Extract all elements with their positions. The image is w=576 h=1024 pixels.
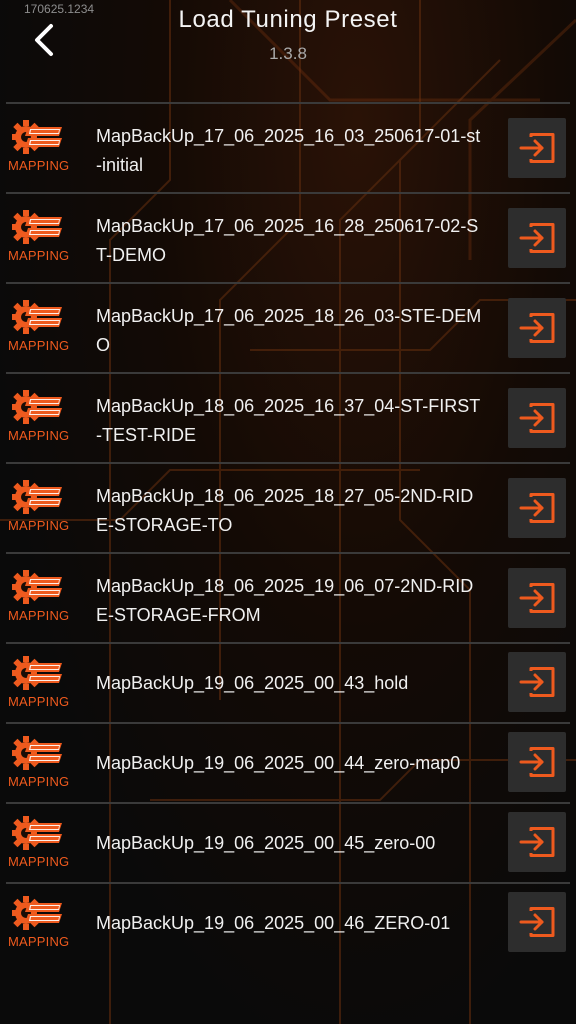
load-preset-button[interactable] xyxy=(508,118,566,178)
tuneboss-gear-logo-icon xyxy=(12,896,62,930)
logo-mapping-label: MAPPING xyxy=(8,854,70,869)
load-preset-button[interactable] xyxy=(508,812,566,872)
tuneboss-gear-logo-icon xyxy=(12,390,62,424)
load-preset-button[interactable] xyxy=(508,732,566,792)
preset-row[interactable]: MAPPING MapBackUp_17_06_2025_16_28_25061… xyxy=(6,192,570,282)
tuneboss-logo: MAPPING xyxy=(8,654,70,709)
logo-mapping-label: MAPPING xyxy=(8,158,70,173)
logo-mapping-label: MAPPING xyxy=(8,608,70,623)
preset-name: MapBackUp_17_06_2025_16_28_250617-02-ST-… xyxy=(96,216,479,265)
tuneboss-gear-logo-icon xyxy=(12,480,62,514)
preset-name: MapBackUp_19_06_2025_00_46_ZERO-01 xyxy=(96,913,451,933)
logo-mapping-label: MAPPING xyxy=(8,248,70,263)
preset-name: MapBackUp_18_06_2025_16_37_04-ST-FIRST-T… xyxy=(96,396,481,445)
tuneboss-logo: MAPPING xyxy=(8,388,70,443)
tuneboss-gear-logo-icon xyxy=(12,120,62,154)
tuneboss-logo: MAPPING xyxy=(8,118,70,173)
preset-row[interactable]: MAPPING MapBackUp_18_06_2025_16_37_04-ST… xyxy=(6,372,570,462)
preset-row[interactable]: MAPPING MapBackUp_17_06_2025_18_26_03-ST… xyxy=(6,282,570,372)
tuneboss-logo: MAPPING xyxy=(8,298,70,353)
sign-in-arrow-icon xyxy=(519,907,555,937)
preset-name: MapBackUp_19_06_2025_00_44_zero-map0 xyxy=(96,753,461,773)
preset-name: MapBackUp_19_06_2025_00_45_zero-00 xyxy=(96,833,436,853)
sign-in-arrow-icon xyxy=(519,133,555,163)
preset-row[interactable]: MAPPING MapBackUp_17_06_2025_16_03_25061… xyxy=(6,102,570,192)
load-preset-button[interactable] xyxy=(508,478,566,538)
tuneboss-logo: MAPPING xyxy=(8,568,70,623)
page-title: Load Tuning Preset xyxy=(178,6,398,33)
tuneboss-logo: MAPPING xyxy=(8,894,70,949)
preset-row[interactable]: MAPPING MapBackUp_19_06_2025_00_44_zero-… xyxy=(6,722,570,802)
load-preset-button[interactable] xyxy=(508,652,566,712)
load-preset-button[interactable] xyxy=(508,892,566,952)
tuneboss-logo: MAPPING xyxy=(8,814,70,869)
preset-name: MapBackUp_17_06_2025_18_26_03-STE-DEMO xyxy=(96,306,482,355)
logo-mapping-label: MAPPING xyxy=(8,338,70,353)
sign-in-arrow-icon xyxy=(519,313,555,343)
preset-row[interactable]: MAPPING MapBackUp_19_06_2025_00_46_ZERO-… xyxy=(6,882,570,962)
logo-mapping-label: MAPPING xyxy=(8,694,70,709)
load-preset-button[interactable] xyxy=(508,298,566,358)
logo-mapping-label: MAPPING xyxy=(8,774,70,789)
preset-name: MapBackUp_17_06_2025_16_03_250617-01-st-… xyxy=(96,126,481,175)
tuneboss-gear-logo-icon xyxy=(12,656,62,690)
sign-in-arrow-icon xyxy=(519,827,555,857)
logo-mapping-label: MAPPING xyxy=(8,428,70,443)
sign-in-arrow-icon xyxy=(519,583,555,613)
logo-mapping-label: MAPPING xyxy=(8,934,70,949)
sign-in-arrow-icon xyxy=(519,223,555,253)
preset-row[interactable]: MAPPING MapBackUp_18_06_2025_19_06_07-2N… xyxy=(6,552,570,642)
tuneboss-logo: MAPPING xyxy=(8,734,70,789)
preset-name: MapBackUp_19_06_2025_00_43_hold xyxy=(96,673,409,693)
preset-name: MapBackUp_18_06_2025_19_06_07-2ND-RIDE-S… xyxy=(96,576,474,625)
preset-list: MAPPING MapBackUp_17_06_2025_16_03_25061… xyxy=(6,102,570,962)
load-preset-button[interactable] xyxy=(508,388,566,448)
tuneboss-gear-logo-icon xyxy=(12,816,62,850)
preset-row[interactable]: MAPPING MapBackUp_19_06_2025_00_43_hold xyxy=(6,642,570,722)
tuneboss-gear-logo-icon xyxy=(12,570,62,604)
tuneboss-gear-logo-icon xyxy=(12,300,62,334)
preset-row[interactable]: MAPPING MapBackUp_19_06_2025_00_45_zero-… xyxy=(6,802,570,882)
app-version: 1.3.8 xyxy=(269,44,307,63)
load-tuning-preset-screen: 170625.1234 Load Tuning Preset 1.3.8 MAP… xyxy=(0,0,576,1024)
logo-mapping-label: MAPPING xyxy=(8,518,70,533)
sign-in-arrow-icon xyxy=(519,747,555,777)
preset-row[interactable]: MAPPING MapBackUp_18_06_2025_18_27_05-2N… xyxy=(6,462,570,552)
tuneboss-logo: MAPPING xyxy=(8,208,70,263)
sign-in-arrow-icon xyxy=(519,403,555,433)
tuneboss-gear-logo-icon xyxy=(12,210,62,244)
load-preset-button[interactable] xyxy=(508,568,566,628)
tuneboss-gear-logo-icon xyxy=(12,736,62,770)
preset-name: MapBackUp_18_06_2025_18_27_05-2ND-RIDE-S… xyxy=(96,486,474,535)
tuneboss-logo: MAPPING xyxy=(8,478,70,533)
sign-in-arrow-icon xyxy=(519,493,555,523)
sign-in-arrow-icon xyxy=(519,667,555,697)
load-preset-button[interactable] xyxy=(508,208,566,268)
